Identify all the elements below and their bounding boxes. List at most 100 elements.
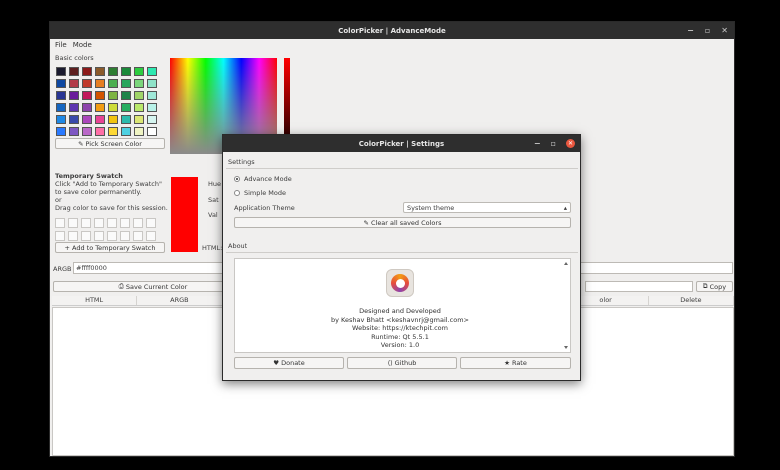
maximize-icon[interactable]: ▫ <box>705 26 710 35</box>
basic-color-swatch[interactable] <box>108 67 118 76</box>
basic-color-swatch[interactable] <box>147 67 157 76</box>
col-delete[interactable]: Delete <box>649 296 734 305</box>
temp-swatch-cell[interactable] <box>55 218 65 228</box>
html-value-field[interactable] <box>585 281 693 292</box>
temp-swatch-cell[interactable] <box>94 231 104 241</box>
basic-color-swatch[interactable] <box>121 91 131 100</box>
about-scrollbar[interactable] <box>563 260 569 351</box>
radio-unchecked-icon <box>234 190 240 196</box>
basic-color-swatch[interactable] <box>95 91 105 100</box>
basic-color-swatch[interactable] <box>121 79 131 88</box>
basic-color-swatch[interactable] <box>82 115 92 124</box>
basic-color-swatch[interactable] <box>69 91 79 100</box>
basic-color-swatch[interactable] <box>108 79 118 88</box>
settings-minimize-icon[interactable]: − <box>534 139 541 148</box>
temp-swatch-cell[interactable] <box>68 231 78 241</box>
main-window-title: ColorPicker | AdvanceMode <box>338 26 446 35</box>
clear-icon: ✎ <box>363 218 369 227</box>
theme-select[interactable]: System theme ▴ <box>403 202 571 213</box>
settings-maximize-icon[interactable]: ▫ <box>551 139 556 148</box>
temp-swatch-cell[interactable] <box>94 218 104 228</box>
basic-color-swatch[interactable] <box>56 67 66 76</box>
rate-button[interactable]: ★ Rate <box>460 357 571 369</box>
basic-color-swatch[interactable] <box>134 103 144 112</box>
basic-color-swatch[interactable] <box>56 79 66 88</box>
basic-color-swatch[interactable] <box>108 127 118 136</box>
temp-swatch-cell[interactable] <box>146 231 156 241</box>
basic-color-swatch[interactable] <box>95 115 105 124</box>
settings-close-icon[interactable]: ✕ <box>566 139 575 148</box>
basic-color-swatch[interactable] <box>147 127 157 136</box>
col-html[interactable]: HTML <box>52 296 138 305</box>
settings-titlebar[interactable]: ColorPicker | Settings − ▫ ✕ <box>223 135 580 152</box>
basic-color-swatch[interactable] <box>95 67 105 76</box>
advance-mode-radio[interactable]: Advance Mode <box>234 175 292 183</box>
basic-color-swatch[interactable] <box>95 127 105 136</box>
basic-color-swatch[interactable] <box>82 91 92 100</box>
menu-bar: File Mode <box>50 39 734 50</box>
temp-swatch-line-2: to save color permanently. <box>55 188 142 196</box>
basic-color-swatch[interactable] <box>134 115 144 124</box>
temp-swatch-cell[interactable] <box>68 218 78 228</box>
basic-color-swatch[interactable] <box>56 127 66 136</box>
temp-swatch-cell[interactable] <box>81 218 91 228</box>
pick-screen-color-button[interactable]: ✎ Pick Screen Color <box>55 138 165 149</box>
col-argb[interactable]: ARGB <box>137 296 223 305</box>
basic-color-swatch[interactable] <box>134 127 144 136</box>
basic-color-swatch[interactable] <box>108 115 118 124</box>
basic-color-swatch[interactable] <box>121 127 131 136</box>
basic-color-swatch[interactable] <box>82 79 92 88</box>
basic-color-swatch[interactable] <box>121 67 131 76</box>
basic-color-swatch[interactable] <box>121 103 131 112</box>
minimize-icon[interactable]: − <box>687 26 694 35</box>
about-line-1: Designed and Developed <box>359 307 441 315</box>
temp-swatch-cell[interactable] <box>146 218 156 228</box>
add-temp-swatch-button[interactable]: + Add to Temporary Swatch <box>55 242 165 253</box>
advance-mode-label: Advance Mode <box>244 175 292 183</box>
basic-color-swatch[interactable] <box>56 103 66 112</box>
temp-swatch-cell[interactable] <box>120 231 130 241</box>
copy-button[interactable]: ⧉ Copy <box>696 281 733 292</box>
basic-color-swatch[interactable] <box>82 127 92 136</box>
basic-color-swatch[interactable] <box>134 91 144 100</box>
temp-swatch-cell[interactable] <box>107 218 117 228</box>
temp-swatch-cell[interactable] <box>133 218 143 228</box>
temp-swatch-cell[interactable] <box>133 231 143 241</box>
basic-color-swatch[interactable] <box>69 103 79 112</box>
basic-color-swatch[interactable] <box>69 67 79 76</box>
basic-color-swatch[interactable] <box>108 103 118 112</box>
basic-color-swatch[interactable] <box>95 79 105 88</box>
basic-color-swatch[interactable] <box>147 103 157 112</box>
simple-mode-radio[interactable]: Simple Mode <box>234 189 286 197</box>
github-button[interactable]: ⟨⟩ Github <box>347 357 457 369</box>
basic-color-swatch[interactable] <box>134 79 144 88</box>
basic-color-swatch[interactable] <box>69 127 79 136</box>
basic-color-swatch[interactable] <box>56 91 66 100</box>
main-titlebar[interactable]: ColorPicker | AdvanceMode − ▫ ✕ <box>50 22 734 39</box>
temp-swatch-grid[interactable] <box>55 218 156 241</box>
copy-label: Copy <box>709 282 727 291</box>
temp-swatch-cell[interactable] <box>55 231 65 241</box>
menu-mode[interactable]: Mode <box>73 41 92 49</box>
basic-color-swatch[interactable] <box>82 67 92 76</box>
temp-swatch-cell[interactable] <box>107 231 117 241</box>
basic-color-swatch[interactable] <box>147 91 157 100</box>
donate-button[interactable]: ♥ Donate <box>234 357 344 369</box>
basic-color-swatch[interactable] <box>108 91 118 100</box>
basic-color-swatch[interactable] <box>69 79 79 88</box>
basic-color-swatch[interactable] <box>95 103 105 112</box>
basic-color-swatch[interactable] <box>134 67 144 76</box>
basic-color-swatch[interactable] <box>121 115 131 124</box>
basic-color-swatch[interactable] <box>82 103 92 112</box>
basic-color-swatch[interactable] <box>56 115 66 124</box>
temp-swatch-cell[interactable] <box>120 218 130 228</box>
clear-saved-colors-button[interactable]: ✎ Clear all saved Colors <box>234 217 571 228</box>
basic-color-swatch[interactable] <box>147 115 157 124</box>
basic-color-swatch[interactable] <box>69 115 79 124</box>
basic-color-swatch[interactable] <box>147 79 157 88</box>
clear-saved-label: Clear all saved Colors <box>370 218 442 227</box>
about-line-2: by Keshav Bhatt <keshavnrj@gmail.com> <box>331 315 469 324</box>
close-icon[interactable]: ✕ <box>721 26 728 35</box>
menu-file[interactable]: File <box>55 41 67 49</box>
temp-swatch-cell[interactable] <box>81 231 91 241</box>
